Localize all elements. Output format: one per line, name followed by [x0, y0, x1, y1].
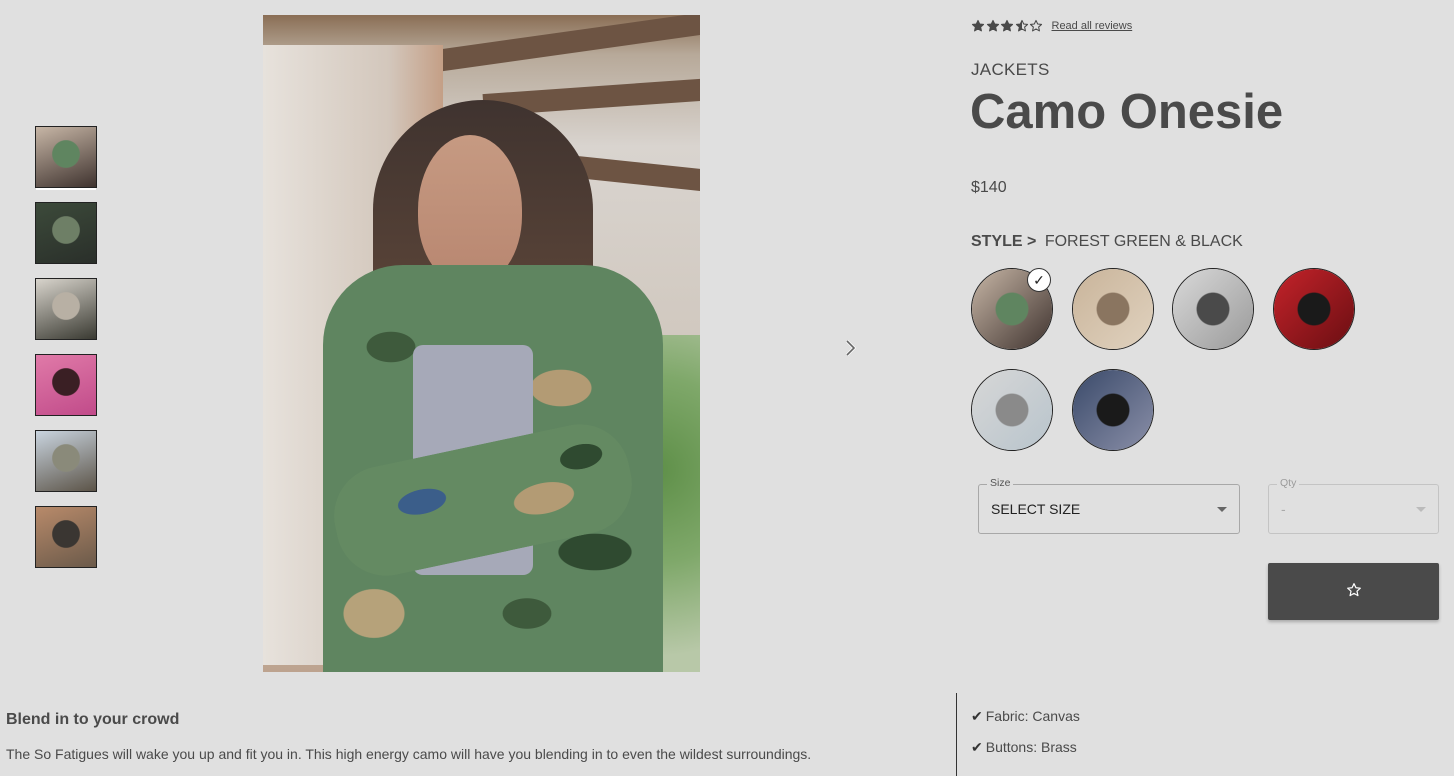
star-outline-icon: [1029, 19, 1043, 32]
star-filled-icon: [971, 19, 985, 32]
main-product-image: [263, 15, 700, 672]
checkmark-icon: ✔: [971, 708, 983, 724]
thumbnail-image: [36, 279, 96, 339]
star-half-icon: [1015, 19, 1028, 32]
chevron-down-icon: [1416, 507, 1426, 512]
favorite-button[interactable]: [1268, 563, 1439, 620]
image-face: [418, 135, 522, 285]
swatch-image: [1173, 269, 1253, 349]
swatch-image: [1073, 269, 1153, 349]
feature-item: ✔ Fabric: Canvas: [971, 707, 1080, 738]
size-value: SELECT SIZE: [991, 501, 1081, 517]
product-rating: Read all reviews: [971, 19, 1132, 33]
style-value: FOREST GREEN & BLACK: [1044, 233, 1243, 250]
swatch-image: [1073, 370, 1153, 450]
chevron-right-icon[interactable]: [842, 338, 858, 358]
style-label: STYLE >: [971, 233, 1037, 250]
product-price: $140: [971, 179, 1007, 196]
qty-value: -: [1281, 501, 1286, 517]
thumb-stairs[interactable]: [35, 278, 97, 340]
selected-check-icon: ✓: [1027, 268, 1051, 292]
thumbnail-image: [36, 355, 96, 415]
rating-stars: [971, 19, 1044, 33]
thumb-pink-portrait[interactable]: [35, 354, 97, 416]
thumbnail-image: [36, 203, 96, 263]
style-red-black[interactable]: [1273, 268, 1355, 350]
chevron-down-icon: [1217, 507, 1227, 512]
thumbnail-image: [36, 507, 96, 567]
thumb-window[interactable]: [35, 506, 97, 568]
feature-text: Buttons: Brass: [985, 739, 1077, 755]
star-filled-icon: [1000, 19, 1014, 32]
product-category: JACKETS: [971, 60, 1050, 79]
swatch-image: [1274, 269, 1354, 349]
style-industrial[interactable]: [1172, 268, 1254, 350]
qty-label: Qty: [1277, 477, 1300, 489]
feature-text: Fabric: Canvas: [985, 708, 1080, 724]
style-graffiti[interactable]: [1072, 369, 1154, 451]
read-all-reviews-link[interactable]: Read all reviews: [1052, 20, 1133, 32]
star-outline-icon: [1347, 583, 1361, 597]
section-divider: [956, 693, 957, 776]
style-sand[interactable]: [1072, 268, 1154, 350]
swatch-image: [972, 370, 1052, 450]
product-title: Camo Onesie: [970, 85, 1284, 139]
feature-list: ✔ Fabric: Canvas ✔ Buttons: Brass: [971, 707, 1080, 769]
thumb-street[interactable]: [35, 430, 97, 492]
thumbnail-list: [35, 126, 97, 582]
thumb-camo-woman[interactable]: [35, 126, 97, 188]
checkmark-icon: ✔: [971, 739, 983, 755]
star-filled-icon: [986, 19, 999, 32]
qty-select[interactable]: Qty -: [1268, 477, 1439, 534]
thumbnail-image: [36, 431, 96, 491]
style-cloud-grey[interactable]: [971, 369, 1053, 451]
description-title: Blend in to your crowd: [6, 711, 180, 728]
thumbnail-image: [36, 127, 96, 187]
thumb-camo-woman-2[interactable]: [35, 202, 97, 264]
size-label: Size: [987, 477, 1014, 489]
style-selection-label: STYLE > FOREST GREEN & BLACK: [971, 233, 1243, 251]
size-select[interactable]: Size SELECT SIZE: [978, 477, 1240, 534]
feature-item: ✔ Buttons: Brass: [971, 738, 1080, 769]
description-text: The So Fatigues will wake you up and fit…: [6, 746, 812, 762]
